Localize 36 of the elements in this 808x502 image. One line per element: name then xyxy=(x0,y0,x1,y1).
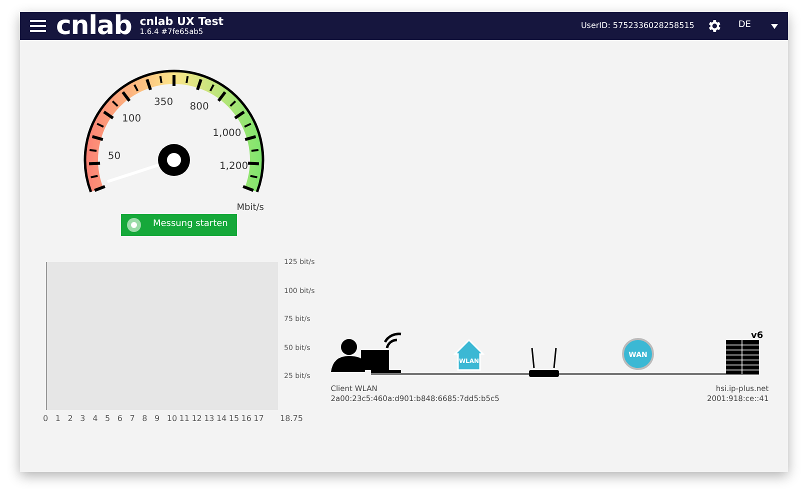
gauge-label: 350 xyxy=(154,96,174,108)
gauge-label: 800 xyxy=(190,102,209,113)
x-axis-label: 15 xyxy=(228,414,240,424)
x-axis-label: 2 xyxy=(68,414,74,424)
gauge-label: 100 xyxy=(122,114,142,125)
x-axis-label: 14 xyxy=(216,414,228,424)
menu-icon[interactable] xyxy=(30,20,46,32)
gauge-label: 50 xyxy=(108,150,121,162)
x-axis-label: 6 xyxy=(117,414,124,424)
x-axis-label: 13 xyxy=(204,414,216,424)
language-selector[interactable]: DE xyxy=(738,19,751,33)
user-id: UserID: 5752336028258515 xyxy=(580,20,694,32)
x-axis-label: 1 xyxy=(55,414,62,424)
x-axis-label: 11 xyxy=(179,414,190,424)
x-axis-label: 8 xyxy=(142,414,148,424)
x-axis-label: 0 xyxy=(43,414,50,424)
logo: cnlab xyxy=(56,13,132,39)
caret-icon[interactable] xyxy=(771,24,778,28)
gauge-hub xyxy=(158,144,190,176)
x-axis-label: 10 xyxy=(166,414,178,424)
gauge-unit: Mbit/s xyxy=(236,203,264,212)
x-axis-label: 12 xyxy=(192,414,203,424)
x-axis-label: 5 xyxy=(104,414,112,424)
x-axis-label: 7 xyxy=(130,414,136,424)
app-title: cnlab UX Test xyxy=(140,16,224,28)
gauge-label: 1,000 xyxy=(212,128,242,139)
gauge-label: 1,200 xyxy=(219,161,248,172)
settings-icon[interactable] xyxy=(706,18,722,34)
x-axis-label: 18.75 xyxy=(280,414,303,424)
x-axis-label: 3 xyxy=(80,414,86,424)
x-axis-label: 16 xyxy=(241,414,252,424)
x-axis-label: 9 xyxy=(154,414,161,424)
x-axis-label: 17 xyxy=(254,414,265,424)
ipv6-label: v6 xyxy=(750,331,763,341)
status-light-icon xyxy=(127,218,141,232)
x-axis-label: 4 xyxy=(92,414,99,424)
